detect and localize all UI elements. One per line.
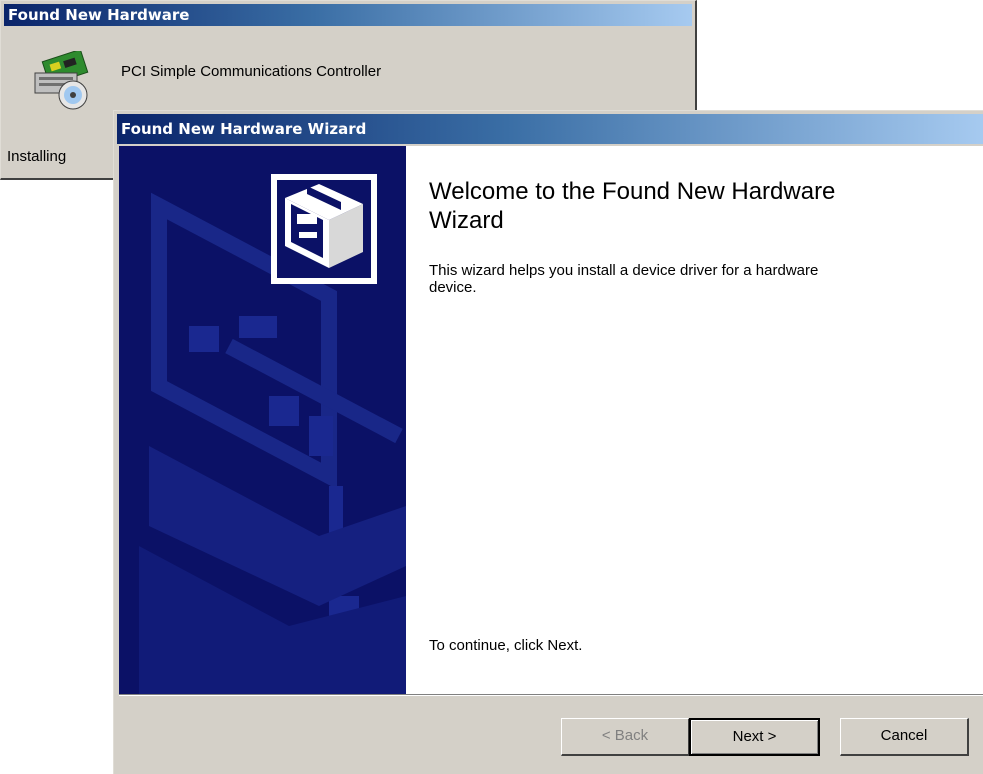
wizard-description: This wizard helps you install a device d… xyxy=(429,262,819,296)
wizard-body: Welcome to the Found New Hardware Wizard… xyxy=(119,146,983,694)
hardware-wizard-icon xyxy=(271,174,377,284)
installing-status: Installing xyxy=(7,148,67,165)
wizard-title-bar[interactable]: Found New Hardware Wizard xyxy=(117,114,983,144)
button-separator xyxy=(119,694,983,696)
next-button[interactable]: Next > xyxy=(689,718,820,756)
wizard-banner xyxy=(119,146,406,694)
back-button[interactable]: < Back xyxy=(561,718,690,756)
cancel-button[interactable]: Cancel xyxy=(840,718,969,756)
continue-instruction: To continue, click Next. xyxy=(429,637,583,654)
found-new-hardware-wizard-window: Found New Hardware Wizard Welcome to the… xyxy=(113,110,983,774)
wizard-heading: Welcome to the Found New Hardware Wizard xyxy=(429,178,836,234)
hardware-cd-icon xyxy=(31,48,93,113)
device-name-label: PCI Simple Communications Controller xyxy=(121,63,382,80)
found-new-hardware-title[interactable]: Found New Hardware xyxy=(4,4,692,26)
